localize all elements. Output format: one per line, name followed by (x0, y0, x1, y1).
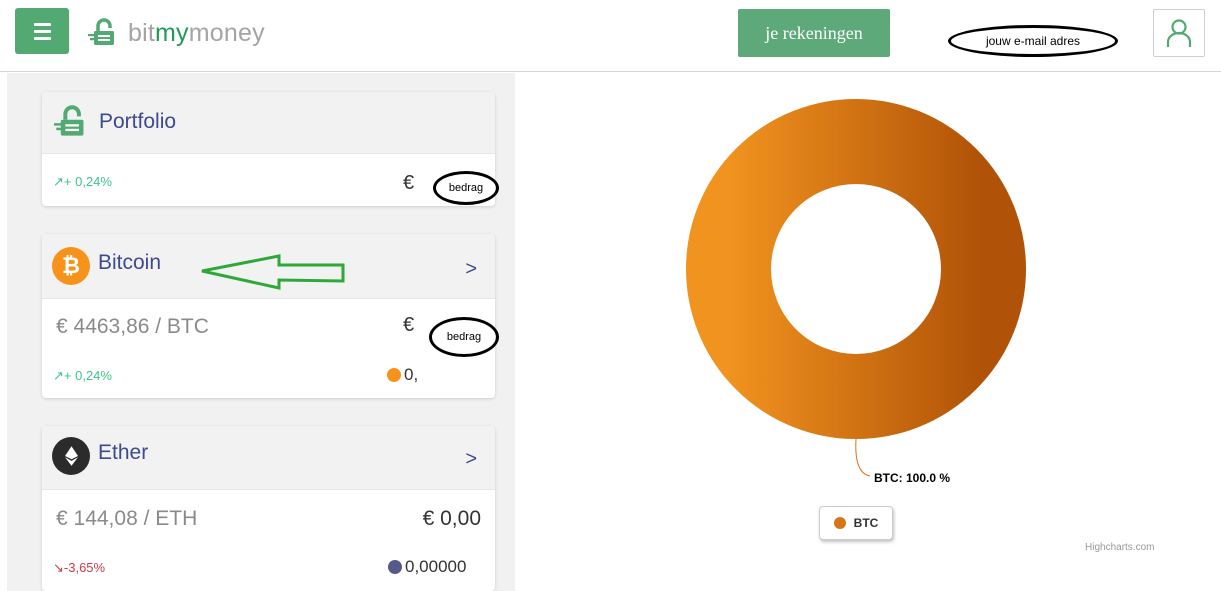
bitcoin-change: ↗+ 0,24% (53, 368, 112, 384)
hamburger-icon-line (33, 22, 51, 26)
portfolio-card-header: Portfolio (42, 92, 495, 154)
bitcoin-amount-annotation: bedrag (429, 317, 499, 357)
user-icon (1166, 19, 1192, 47)
bitcoin-small-icon (387, 368, 401, 382)
ether-title: Ether (98, 441, 149, 464)
ether-change: ↘-3,65% (53, 560, 105, 576)
bitcoin-holding: 0, (387, 365, 418, 385)
bitcoin-amount: bedrag (446, 331, 482, 343)
user-profile-button[interactable] (1153, 9, 1205, 57)
portfolio-title: Portfolio (99, 110, 177, 133)
ether-card-header: Ether > (42, 426, 495, 490)
bitcoin-title: Bitcoin (98, 251, 162, 274)
data-label-connector (855, 438, 871, 477)
hamburger-icon-line (33, 36, 51, 40)
ethereum-glyph (64, 446, 78, 466)
ether-change-value: -3,65% (63, 560, 106, 575)
donut-slice-btc[interactable] (686, 99, 1026, 439)
trend-down-icon: ↘ (53, 560, 64, 575)
top-header: bitmymoney je rekeningen jouw e-mail adr… (0, 0, 1221, 72)
legend-label: BTC (853, 516, 879, 530)
chart-credits-link[interactable]: Highcharts.com (1085, 542, 1154, 553)
trend-up-icon: ↗ (53, 174, 64, 189)
portfolio-change: ↗+ 0,24% (53, 174, 112, 190)
padlock-logo-icon (88, 18, 114, 45)
portfolio-card[interactable]: Portfolio ↗+ 0,24% € bedrag (42, 92, 499, 206)
bitcoin-card-header: ₿ Bitcoin > (42, 234, 495, 299)
brand-name: bitmymoney (128, 19, 265, 48)
ethereum-small-icon (388, 560, 402, 574)
bitcoin-holding-value: 0, (404, 365, 419, 384)
email-annotation: jouw e-mail adres (948, 25, 1118, 57)
ether-card[interactable]: Ether > € 144,08 / ETH € 0,00 ↘-3,65% 0,… (42, 426, 495, 591)
ether-holding: 0,00000 (388, 557, 466, 577)
brand-name-part: money (188, 18, 265, 47)
user-email[interactable]: jouw e-mail adres (986, 34, 1080, 48)
ether-open-chevron[interactable]: > (465, 448, 477, 471)
portfolio-amount-annotation: bedrag (433, 171, 499, 205)
accounts-button[interactable]: je rekeningen (738, 9, 890, 57)
portfolio-amount: bedrag (448, 182, 484, 194)
hamburger-menu-button[interactable] (15, 8, 69, 54)
portfolio-currency: € (403, 172, 415, 194)
trend-up-icon: ↗ (53, 368, 64, 383)
legend-marker-dot (833, 517, 846, 529)
brand-name-part: my (155, 18, 189, 47)
bitcoin-card[interactable]: ₿ Bitcoin > € 4463,86 / BTC € bedrag ↗+ … (42, 234, 499, 398)
ether-value: € 0,00 (422, 507, 481, 530)
ether-price: € 144,08 / ETH (56, 507, 198, 530)
brand-name-part: bit (128, 18, 156, 47)
bitcoin-icon: ₿ (52, 247, 90, 285)
padlock-logo-icon (54, 105, 84, 136)
bitcoin-currency: € (403, 314, 415, 336)
portfolio-change-value: + 0,24% (63, 174, 112, 189)
brand-logo[interactable]: bitmymoney (88, 18, 265, 48)
hamburger-icon-line (33, 29, 51, 33)
bitcoin-price: € 4463,86 / BTC (56, 315, 209, 338)
ethereum-icon (52, 437, 90, 475)
chart-legend-item-btc[interactable]: BTC (819, 506, 893, 540)
green-arrow-annotation (201, 254, 345, 290)
bitcoin-open-chevron[interactable]: > (465, 258, 477, 281)
ether-holding-value: 0,00000 (405, 557, 467, 576)
bitcoin-change-value: + 0,24% (63, 368, 112, 383)
chart-data-label: BTC: 100.0 % (874, 471, 951, 485)
